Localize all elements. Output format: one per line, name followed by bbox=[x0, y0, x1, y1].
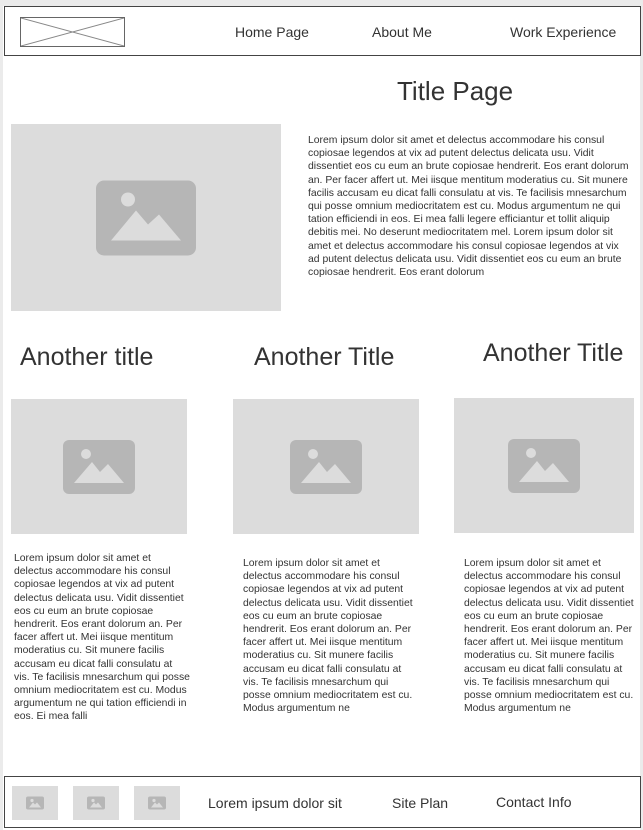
image-icon bbox=[26, 796, 44, 810]
page-title: Title Page bbox=[397, 76, 514, 106]
footer-image-2[interactable] bbox=[73, 786, 119, 820]
column-2-title: Another Title bbox=[254, 343, 395, 371]
column-3-body-text: Lorem ipsum dolor sit amet et delectus a… bbox=[464, 558, 634, 715]
hero-body-text: Lorem ipsum dolor sit amet et delectus a… bbox=[308, 135, 629, 279]
column-1-title: Another title bbox=[20, 343, 154, 371]
nav-about-me[interactable]: About Me bbox=[372, 24, 432, 40]
column-3-image bbox=[454, 398, 634, 533]
column-1-body-text: Lorem ipsum dolor sit amet et delectus a… bbox=[14, 553, 190, 723]
column-2-image bbox=[233, 399, 419, 534]
site-footer: Lorem ipsum dolor sit Site Plan Contact … bbox=[4, 776, 641, 828]
image-icon bbox=[508, 438, 580, 493]
hero-image bbox=[11, 124, 281, 311]
column-1-image bbox=[11, 399, 187, 534]
left-frame-edge bbox=[0, 6, 3, 830]
site-header: Home Page About Me Work Experience bbox=[4, 6, 641, 56]
image-icon bbox=[148, 796, 166, 810]
footer-image-1[interactable] bbox=[12, 786, 58, 820]
footer-site-plan-link[interactable]: Site Plan bbox=[392, 795, 448, 811]
image-icon bbox=[63, 439, 135, 494]
footer-contact-info-link[interactable]: Contact Info bbox=[496, 794, 572, 810]
image-icon bbox=[290, 439, 362, 494]
nav-home-page[interactable]: Home Page bbox=[235, 24, 309, 40]
image-icon bbox=[87, 796, 105, 810]
column-2-body-text: Lorem ipsum dolor sit amet et delectus a… bbox=[243, 558, 413, 715]
column-3-title: Another Title bbox=[483, 339, 624, 367]
image-icon bbox=[96, 180, 196, 255]
logo[interactable] bbox=[20, 17, 125, 47]
footer-text: Lorem ipsum dolor sit bbox=[208, 795, 342, 811]
nav-work-experience[interactable]: Work Experience bbox=[510, 24, 616, 40]
logo-placeholder-icon bbox=[21, 18, 124, 46]
footer-image-3[interactable] bbox=[134, 786, 180, 820]
